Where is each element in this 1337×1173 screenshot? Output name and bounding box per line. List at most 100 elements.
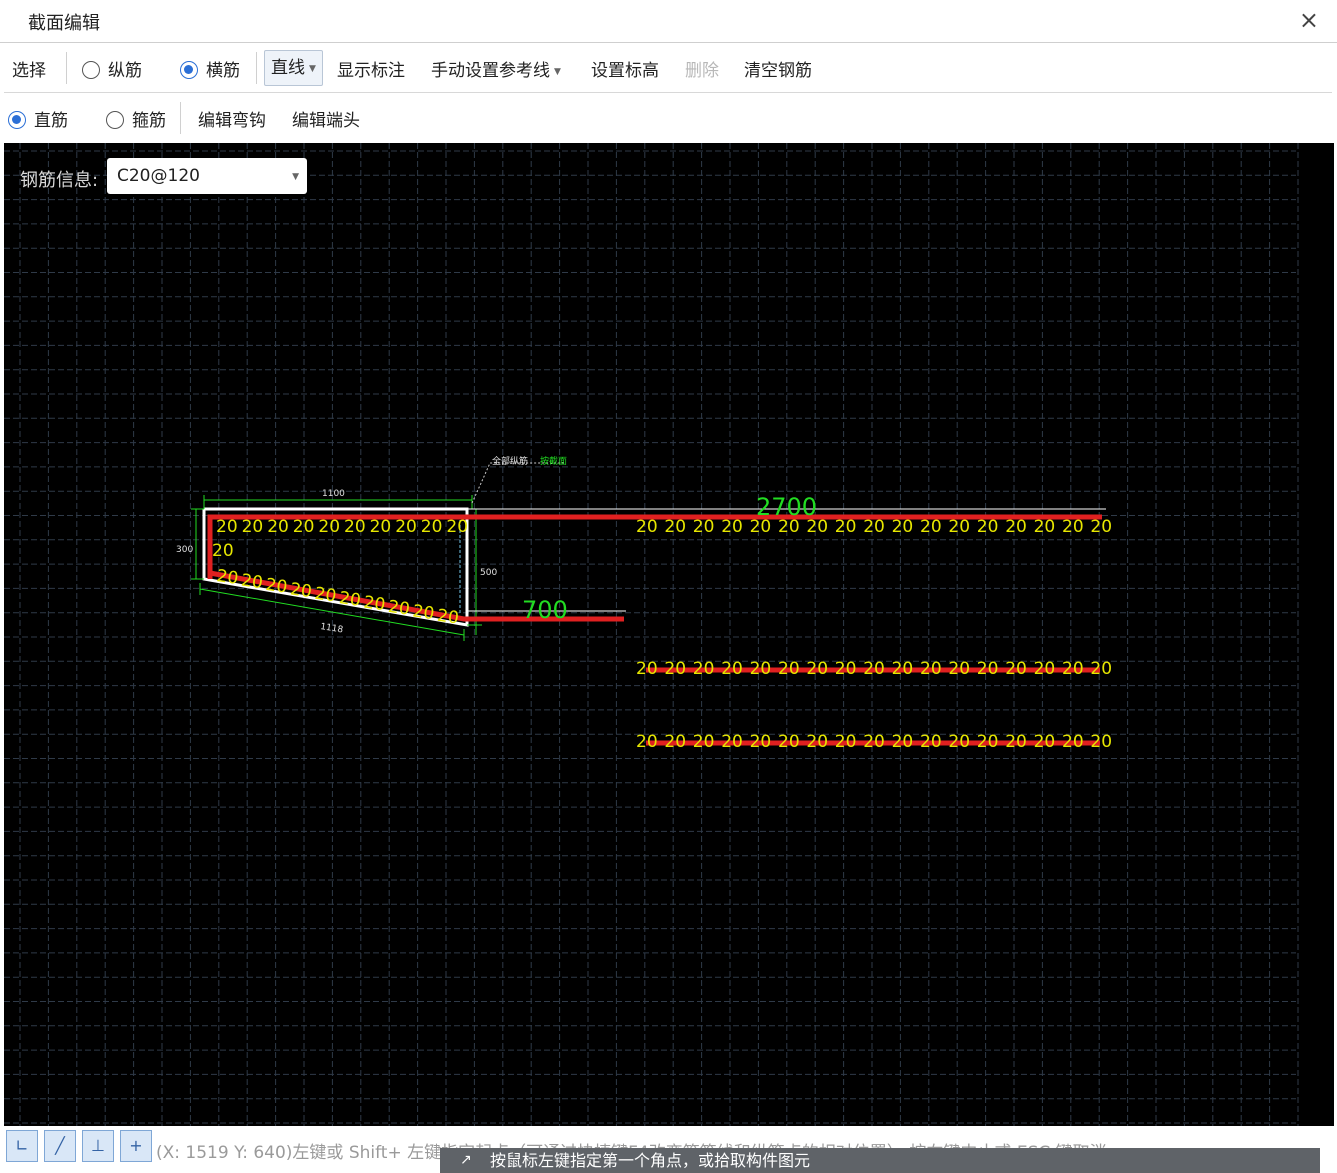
dim-right-label: 500 bbox=[480, 568, 497, 578]
rebar-size-label: 20 bbox=[721, 517, 743, 537]
transverse-radio[interactable]: 横筋 bbox=[180, 56, 240, 81]
rebar-size-label: 20 bbox=[835, 732, 857, 752]
rebar-size-label: 20 bbox=[436, 606, 460, 629]
radio-checked-icon[interactable] bbox=[8, 111, 26, 129]
rebar-size-label: 20 bbox=[1005, 659, 1027, 679]
chevron-down-icon: ▼ bbox=[292, 172, 299, 182]
manual-ref-line-label: 手动设置参考线 bbox=[431, 61, 550, 81]
toolbar-divider bbox=[180, 102, 181, 134]
rebar-size-label: 20 bbox=[977, 517, 999, 537]
corner-snap-icon[interactable]: ∟ bbox=[6, 1130, 38, 1162]
edit-end-button[interactable]: 编辑端头 bbox=[292, 106, 360, 131]
straight-bar-radio[interactable]: 直筋 bbox=[8, 106, 68, 131]
radio-checked-icon[interactable] bbox=[180, 61, 198, 79]
rebar-size-label: 20 bbox=[1090, 732, 1112, 752]
rebar-size-label: 20 bbox=[264, 575, 288, 598]
radio-icon[interactable] bbox=[106, 111, 124, 129]
clear-rebar-button[interactable]: 清空钢筋 bbox=[744, 56, 812, 81]
rebar-size-label: 20 bbox=[387, 597, 411, 620]
rebar-size-label: 20 bbox=[293, 517, 315, 537]
rebar-size-label: 20 bbox=[411, 601, 435, 624]
rebar-size-label: 20 bbox=[977, 732, 999, 752]
select-button[interactable]: 选择 bbox=[12, 56, 46, 81]
rebar-info-select[interactable]: C20@120 ▼ bbox=[107, 158, 307, 194]
rebar-info-label: 钢筋信息: bbox=[20, 170, 99, 191]
rebar-size-label: 20 bbox=[693, 517, 715, 537]
chevron-down-icon: ▼ bbox=[554, 67, 561, 77]
rebar-size-label: 20 bbox=[318, 517, 340, 537]
length-mid-label: 700 bbox=[522, 596, 568, 624]
rebar-size-label: 20 bbox=[362, 593, 386, 616]
line-snap-icon[interactable]: ╱ bbox=[44, 1130, 76, 1162]
rebar-size-label: 20 bbox=[721, 659, 743, 679]
rebar-size-label: 20 bbox=[289, 579, 313, 602]
bar-labels: 20 20 20 20 20 20 20 20 20 202020 20 20 20 20 20 20 20 20… bbox=[212, 517, 1112, 752]
rebar-size-label: 20 bbox=[948, 732, 970, 752]
rebar-size-label: 20 bbox=[863, 659, 885, 679]
rebar-size-label: 20 bbox=[948, 659, 970, 679]
line-mode-dropdown[interactable]: 直线 ▼ bbox=[264, 50, 323, 86]
rebar-size-label: 20 bbox=[636, 517, 658, 537]
delete-button[interactable]: 删除 bbox=[685, 56, 719, 81]
rebar-size-label: 20 bbox=[693, 732, 715, 752]
rebar-size-label: 20 bbox=[920, 732, 942, 752]
toolbar-divider bbox=[256, 52, 257, 84]
rebar-size-label: 20 bbox=[948, 517, 970, 537]
rebar-size-label: 20 bbox=[892, 659, 914, 679]
drawing-svg[interactable]: 1100 300 500 1118 全部纵筋 按截面 2700 700 20 20… bbox=[4, 143, 1334, 1126]
dim-left-label: 300 bbox=[176, 545, 193, 555]
rebar-size-label: 20 bbox=[1034, 517, 1056, 537]
rebar-size-label: 20 bbox=[778, 659, 800, 679]
rebar-size-label: 20 bbox=[977, 659, 999, 679]
rebar-size-label: 20 bbox=[664, 659, 686, 679]
drawing-canvas[interactable]: 1100 300 500 1118 全部纵筋 按截面 2700 700 20 20… bbox=[4, 143, 1334, 1126]
rebar-size-label: 20 bbox=[863, 517, 885, 537]
longitudinal-radio[interactable]: 纵筋 bbox=[82, 56, 142, 81]
edit-hook-button[interactable]: 编辑弯钩 bbox=[198, 106, 266, 131]
line-mode-label: 直线 bbox=[271, 58, 305, 78]
rebar-size-label: 20 bbox=[636, 659, 658, 679]
toolbar-divider bbox=[66, 52, 67, 84]
rebar-size-label: 20 bbox=[835, 517, 857, 537]
rebar-size-label: 20 bbox=[338, 588, 362, 611]
close-icon[interactable]: × bbox=[1299, 6, 1319, 34]
grid bbox=[4, 143, 1299, 1126]
rebar-size-label: 20 bbox=[892, 732, 914, 752]
show-dimensions-button[interactable]: 显示标注 bbox=[337, 56, 405, 81]
midpoint-snap-icon[interactable]: + bbox=[120, 1130, 152, 1162]
rebar-size-label: 20 bbox=[721, 732, 743, 752]
rebar-size-label: 20 bbox=[750, 517, 772, 537]
rebar-size-label: 20 bbox=[750, 732, 772, 752]
rebar-size-label: 20 bbox=[242, 517, 264, 537]
rebar-size-label: 20 bbox=[1005, 732, 1027, 752]
rebar-size-label: 20 bbox=[892, 517, 914, 537]
rebar-size-label: 20 bbox=[421, 517, 443, 537]
window-title: 截面编辑 bbox=[28, 13, 100, 34]
perpendicular-snap-icon[interactable]: ⊥ bbox=[82, 1130, 114, 1162]
rebar-size-label: 20 bbox=[835, 659, 857, 679]
transverse-label: 横筋 bbox=[206, 61, 240, 81]
rebar-size-label: 20 bbox=[920, 659, 942, 679]
leader-line bbox=[471, 462, 564, 504]
rebar-size-label: 20 bbox=[778, 732, 800, 752]
longitudinal-label: 纵筋 bbox=[108, 61, 142, 81]
rebar-size-label: 20 bbox=[344, 517, 366, 537]
rebar-size-label: 20 bbox=[1090, 517, 1112, 537]
rebar-size-label: 20 bbox=[1034, 659, 1056, 679]
rebar-size-label: 20 bbox=[212, 541, 234, 561]
main-toolbar: 选择 纵筋 横筋 直线 ▼ 显示标注 手动设置参考线 ▼ 设置标高 删除 清空钢筋 bbox=[4, 44, 1332, 93]
rebar-size-label: 20 bbox=[778, 517, 800, 537]
title-bar: 截面编辑 × bbox=[0, 0, 1337, 43]
rebar-size-label: 20 bbox=[313, 584, 337, 607]
rebar-size-label: 20 bbox=[806, 517, 828, 537]
manual-ref-line-dropdown[interactable]: 手动设置参考线 ▼ bbox=[431, 56, 561, 81]
rebar-info-value: C20@120 bbox=[117, 166, 200, 186]
stirrup-label: 箍筋 bbox=[132, 111, 166, 131]
rebar-size-label: 20 bbox=[216, 517, 238, 537]
rebar-size-label: 20 bbox=[664, 732, 686, 752]
stirrup-radio[interactable]: 箍筋 bbox=[106, 106, 166, 131]
radio-icon[interactable] bbox=[82, 61, 100, 79]
set-elevation-button[interactable]: 设置标高 bbox=[591, 56, 659, 81]
rebar-size-label: 20 bbox=[806, 732, 828, 752]
prompt-text: 按鼠标左键指定第一个角点，或拾取构件图元 bbox=[490, 1151, 811, 1170]
